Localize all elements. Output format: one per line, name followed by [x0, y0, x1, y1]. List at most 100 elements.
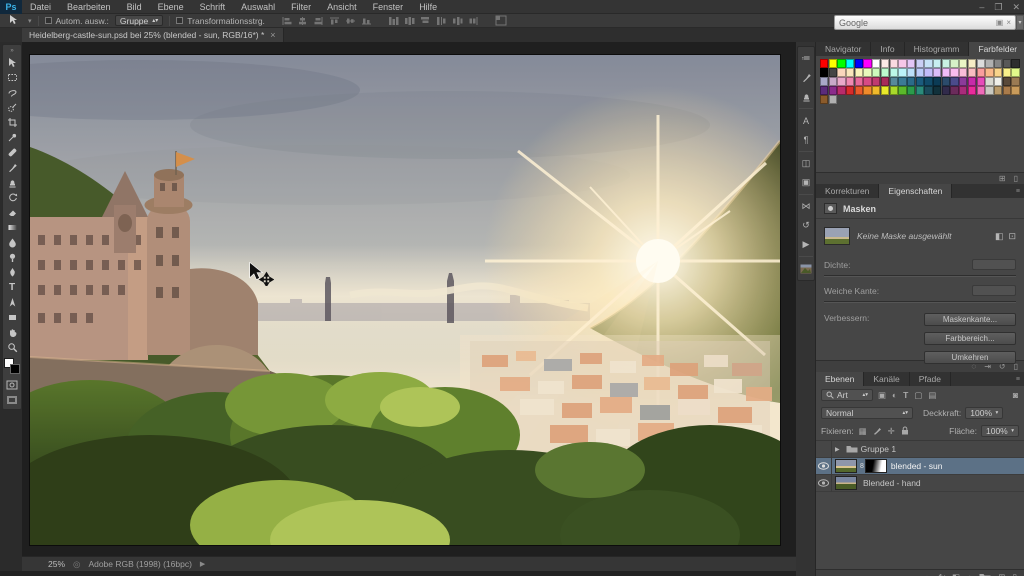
color-swatch[interactable] — [985, 59, 994, 68]
color-swatch[interactable] — [1002, 86, 1011, 95]
visibility-well[interactable] — [816, 440, 832, 458]
brush-panel-icon[interactable] — [798, 68, 814, 87]
filter-shape-icon[interactable]: ▢ — [913, 390, 923, 401]
clone-source-panel-icon[interactable] — [798, 87, 814, 106]
add-pixel-mask-icon[interactable]: ◧ — [995, 231, 1004, 242]
lock-pixels-icon[interactable] — [872, 426, 883, 437]
toolbar-collapse-icon[interactable]: » — [3, 47, 21, 55]
color-swatch[interactable] — [993, 68, 1003, 77]
color-swatch[interactable] — [967, 68, 977, 77]
blur-tool[interactable] — [3, 235, 21, 250]
lasso-tool[interactable] — [3, 85, 21, 100]
transform-controls-checkbox[interactable] — [176, 17, 184, 24]
color-swatch[interactable] — [889, 86, 898, 95]
color-swatch[interactable] — [872, 68, 881, 77]
styles-panel-icon[interactable]: ◫ — [798, 154, 814, 173]
tab-histogramm[interactable]: Histogramm — [904, 42, 970, 56]
shape-tool[interactable] — [3, 310, 21, 325]
color-swatch[interactable] — [820, 95, 829, 104]
color-swatch[interactable] — [1002, 59, 1011, 68]
dodge-tool[interactable] — [3, 250, 21, 265]
color-swatch[interactable] — [906, 68, 916, 77]
menu-item-fenster[interactable]: Fenster — [365, 2, 412, 12]
filter-kind-dropdown[interactable]: Art ▴▾ — [821, 389, 873, 401]
add-mask-icon[interactable]: ◧ — [952, 572, 960, 576]
visibility-eye-icon[interactable] — [816, 457, 832, 475]
color-swatch[interactable] — [1011, 59, 1020, 68]
blend-mode-dropdown[interactable]: Normal ▴▾ — [821, 407, 913, 419]
color-swatch[interactable] — [915, 59, 924, 68]
feather-value-box[interactable] — [972, 285, 1016, 296]
search-clear-icon[interactable]: × — [1006, 18, 1011, 27]
transform-controls-option[interactable]: Transformationsstrg. — [176, 16, 265, 26]
color-swatch[interactable] — [828, 77, 837, 86]
color-swatch[interactable] — [820, 59, 829, 68]
color-swatch[interactable] — [941, 86, 951, 95]
color-swatch[interactable] — [837, 68, 846, 77]
color-swatch[interactable] — [863, 77, 872, 86]
color-range-button[interactable]: Farbbereich... — [924, 332, 1016, 345]
menu-item-datei[interactable]: Datei — [22, 2, 59, 12]
search-settings-icon[interactable]: ▣ — [996, 18, 1004, 27]
tab-korrekturen[interactable]: Korrekturen — [816, 184, 880, 198]
color-swatch[interactable] — [820, 86, 829, 95]
hand-tool[interactable] — [3, 325, 21, 340]
color-swatch[interactable] — [846, 86, 855, 95]
color-swatch[interactable] — [941, 77, 951, 86]
document-tab[interactable]: Heidelberg-castle-sun.psd bei 25% (blend… — [22, 28, 284, 42]
color-swatch[interactable] — [898, 86, 907, 95]
paragraph-panel-icon[interactable]: ¶ — [798, 130, 814, 149]
color-swatch[interactable] — [889, 59, 898, 68]
layer-style-icon[interactable]: fx — [938, 572, 945, 576]
path-selection-tool[interactable] — [3, 295, 21, 310]
type-tool[interactable]: T — [3, 280, 21, 295]
color-swatch[interactable] — [880, 86, 890, 95]
google-bar-dropdown[interactable]: ▾ — [1016, 15, 1024, 30]
density-value-box[interactable] — [972, 259, 1016, 270]
invert-button[interactable]: Umkehren — [924, 351, 1016, 364]
color-swatch[interactable] — [959, 77, 968, 86]
color-swatch[interactable] — [846, 68, 855, 77]
filter-toggle-icon[interactable]: ◙ — [1012, 390, 1019, 400]
panel-menu-icon[interactable]: ≡ — [1016, 184, 1024, 198]
filter-adjustment-icon[interactable]: ◐ — [891, 390, 898, 400]
color-swatch[interactable] — [924, 59, 933, 68]
color-swatch[interactable] — [924, 68, 933, 77]
lock-transparency-icon[interactable]: ▦ — [858, 426, 868, 437]
move-tool[interactable] — [3, 55, 21, 70]
filter-pixel-icon[interactable]: ▣ — [877, 390, 887, 401]
menu-item-auswahl[interactable]: Auswahl — [233, 2, 283, 12]
color-swatch[interactable] — [985, 77, 994, 86]
color-swatch[interactable] — [898, 77, 907, 86]
color-swatch[interactable] — [933, 77, 942, 86]
color-swatch[interactable] — [993, 86, 1003, 95]
tab-navigator[interactable]: Navigator — [816, 42, 872, 56]
color-swatch[interactable] — [872, 59, 881, 68]
color-swatch[interactable] — [915, 86, 924, 95]
color-swatch[interactable] — [863, 68, 872, 77]
quick-mask-button[interactable] — [3, 377, 21, 392]
fill-dropdown[interactable]: 100% ▾ — [981, 425, 1019, 437]
color-swatch[interactable] — [967, 86, 977, 95]
crop-tool[interactable] — [3, 115, 21, 130]
color-swatch[interactable] — [941, 68, 951, 77]
layer-mask-thumbnail[interactable] — [864, 459, 887, 473]
tab-info[interactable]: Info — [871, 42, 905, 56]
delete-layer-icon[interactable]: ▯ — [1012, 572, 1017, 576]
tool-preset-arrow-icon[interactable]: ▾ — [28, 17, 32, 25]
tab-eigenschaften[interactable]: Eigenschaften — [879, 184, 953, 198]
color-swatch[interactable] — [1011, 86, 1020, 95]
eyedropper-tool[interactable] — [3, 130, 21, 145]
tab-ebenen[interactable]: Ebenen — [816, 372, 865, 386]
color-swatch[interactable] — [828, 68, 837, 77]
color-swatch[interactable] — [846, 59, 855, 68]
history-panel-icon[interactable]: ↺ — [798, 216, 814, 235]
menu-item-filter[interactable]: Filter — [283, 2, 319, 12]
color-swatch[interactable] — [854, 59, 864, 68]
color-swatch[interactable] — [933, 86, 942, 95]
color-swatch[interactable] — [872, 77, 881, 86]
mini-bridge-panel-icon[interactable] — [798, 259, 814, 278]
panel-menu-icon[interactable]: ≡ — [1016, 372, 1024, 386]
color-swatch[interactable] — [924, 86, 933, 95]
color-swatch[interactable] — [915, 68, 924, 77]
